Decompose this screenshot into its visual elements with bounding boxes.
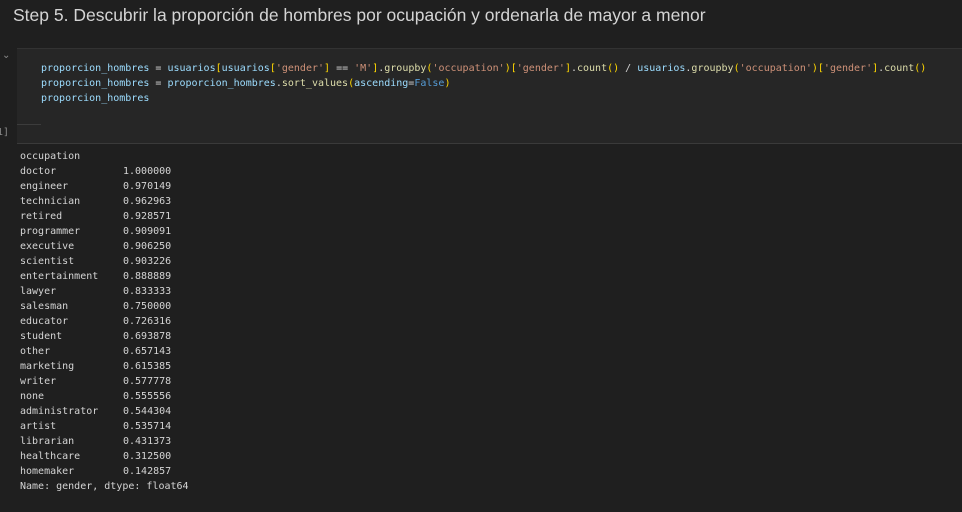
occupation-label: writer bbox=[20, 376, 57, 387]
code-line-2: proporcion_hombres = proporcion_hombres.… bbox=[41, 78, 451, 89]
output-row: librarian 0.431373 bbox=[20, 434, 189, 449]
output-row: other 0.657143 bbox=[20, 344, 189, 359]
output-index-name: occupation bbox=[20, 151, 81, 162]
output-row: engineer 0.970149 bbox=[20, 179, 189, 194]
occupation-label: salesman bbox=[20, 301, 69, 312]
occupation-label: administrator bbox=[20, 406, 99, 417]
occupation-label: entertainment bbox=[20, 271, 99, 282]
proportion-value: 1.000000 bbox=[123, 166, 172, 177]
output-row: marketing 0.615385 bbox=[20, 359, 189, 374]
occupation-label: educator bbox=[20, 316, 69, 327]
markdown-heading: Step 5. Descubrir la proporción de hombr… bbox=[13, 5, 706, 25]
proportion-value: 0.657143 bbox=[123, 346, 172, 357]
occupation-label: librarian bbox=[20, 436, 75, 447]
proportion-value: 0.615385 bbox=[123, 361, 172, 372]
chevron-down-icon[interactable]: ⌄ bbox=[2, 50, 10, 61]
occupation-label: scientist bbox=[20, 256, 75, 267]
proportion-value: 0.833333 bbox=[123, 286, 172, 297]
proportion-value: 0.962963 bbox=[123, 196, 172, 207]
occupation-label: executive bbox=[20, 241, 75, 252]
cell-output: occupation doctor 1.000000 engineer 0.97014… bbox=[20, 149, 189, 494]
output-row: none 0.555556 bbox=[20, 389, 189, 404]
output-row: homemaker 0.142857 bbox=[20, 464, 189, 479]
occupation-label: artist bbox=[20, 421, 57, 432]
proportion-value: 0.142857 bbox=[123, 466, 172, 477]
output-row: entertainment 0.888889 bbox=[20, 269, 189, 284]
output-row: healthcare 0.312500 bbox=[20, 449, 189, 464]
execution-count: 1] bbox=[0, 127, 10, 138]
output-row: artist 0.535714 bbox=[20, 419, 189, 434]
output-row: educator 0.726316 bbox=[20, 314, 189, 329]
proportion-value: 0.544304 bbox=[123, 406, 172, 417]
cursor-line-indicator bbox=[17, 124, 41, 125]
output-series: doctor 1.000000 engineer 0.970149 technician… bbox=[20, 164, 189, 479]
proportion-value: 0.750000 bbox=[123, 301, 172, 312]
output-row: doctor 1.000000 bbox=[20, 164, 189, 179]
occupation-label: student bbox=[20, 331, 63, 342]
proportion-value: 0.555556 bbox=[123, 391, 172, 402]
occupation-label: lawyer bbox=[20, 286, 57, 297]
proportion-value: 0.970149 bbox=[123, 181, 172, 192]
proportion-value: 0.906250 bbox=[123, 241, 172, 252]
output-row: lawyer 0.833333 bbox=[20, 284, 189, 299]
proportion-value: 0.312500 bbox=[123, 451, 172, 462]
proportion-value: 0.909091 bbox=[123, 226, 172, 237]
occupation-label: retired bbox=[20, 211, 63, 222]
occupation-label: marketing bbox=[20, 361, 75, 372]
output-row: writer 0.577778 bbox=[20, 374, 189, 389]
code-line-3: proporcion_hombres bbox=[41, 93, 150, 104]
occupation-label: homemaker bbox=[20, 466, 75, 477]
output-row: administrator 0.544304 bbox=[20, 404, 189, 419]
proportion-value: 0.577778 bbox=[123, 376, 172, 387]
code-cell-editor[interactable]: proporcion_hombres = usuarios[usuarios['… bbox=[17, 48, 962, 144]
occupation-label: technician bbox=[20, 196, 81, 207]
proportion-value: 0.431373 bbox=[123, 436, 172, 447]
output-row: technician 0.962963 bbox=[20, 194, 189, 209]
code-line-1: proporcion_hombres = usuarios[usuarios['… bbox=[41, 63, 927, 74]
proportion-value: 0.903226 bbox=[123, 256, 172, 267]
proportion-value: 0.888889 bbox=[123, 271, 172, 282]
code-block[interactable]: proporcion_hombres = usuarios[usuarios['… bbox=[41, 61, 926, 106]
output-row: salesman 0.750000 bbox=[20, 299, 189, 314]
output-row: retired 0.928571 bbox=[20, 209, 189, 224]
occupation-label: engineer bbox=[20, 181, 69, 192]
proportion-value: 0.693878 bbox=[123, 331, 172, 342]
output-row: scientist 0.903226 bbox=[20, 254, 189, 269]
proportion-value: 0.928571 bbox=[123, 211, 172, 222]
output-row: executive 0.906250 bbox=[20, 239, 189, 254]
proportion-value: 0.726316 bbox=[123, 316, 172, 327]
occupation-label: other bbox=[20, 346, 51, 357]
occupation-label: none bbox=[20, 391, 45, 402]
occupation-label: programmer bbox=[20, 226, 81, 237]
output-footer: Name: gender, dtype: float64 bbox=[20, 481, 189, 492]
output-row: programmer 0.909091 bbox=[20, 224, 189, 239]
output-row: student 0.693878 bbox=[20, 329, 189, 344]
occupation-label: healthcare bbox=[20, 451, 81, 462]
occupation-label: doctor bbox=[20, 166, 57, 177]
proportion-value: 0.535714 bbox=[123, 421, 172, 432]
